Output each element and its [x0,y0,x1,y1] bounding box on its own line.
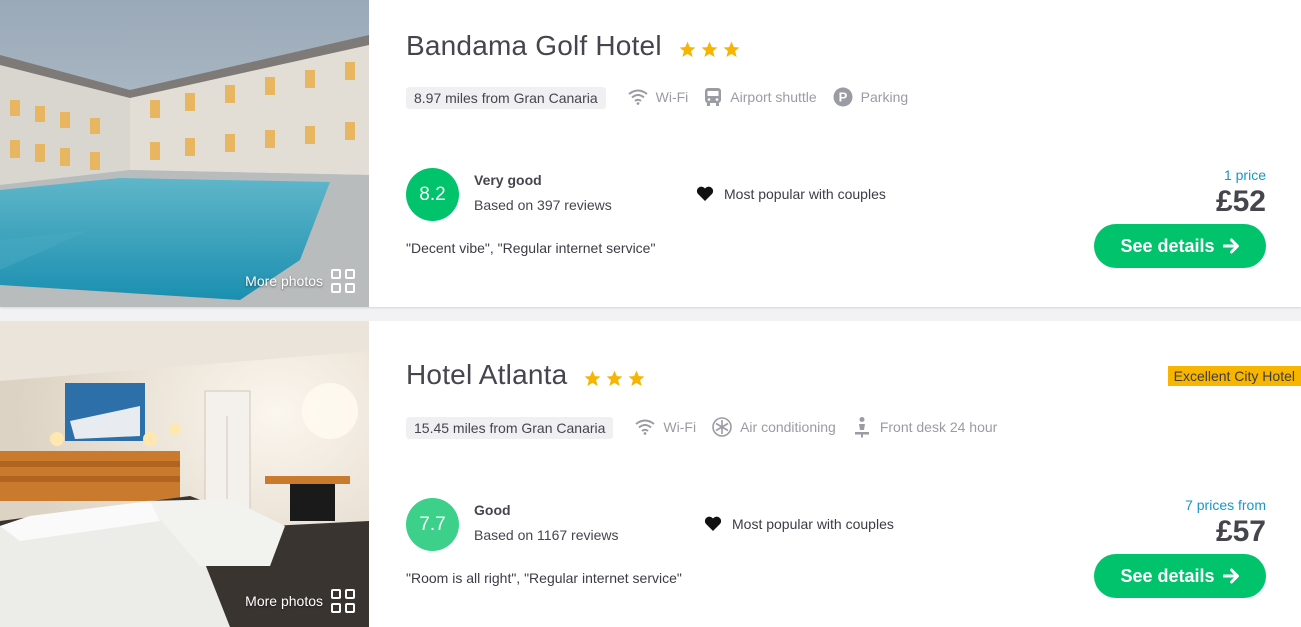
amenity-airport-shuttle: Airport shuttle [704,87,817,107]
more-photos-link[interactable]: More photos [245,589,355,613]
svg-text:P: P [838,90,847,105]
star-icon [679,41,696,57]
arrow-right-icon [1222,238,1239,254]
star-rating [678,40,741,59]
star-icon [701,41,718,57]
hotel-name[interactable]: Hotel Atlanta [406,359,567,391]
see-details-label: See details [1120,565,1215,586]
amenity-front-desk: Front desk 24 hour [852,416,998,438]
amenity-wifi: Wi-Fi [628,89,689,105]
amenity-air-conditioning: Air conditioning [712,417,836,437]
review-quote: "Decent vibe", "Regular internet service… [406,240,656,256]
star-icon [723,41,740,57]
star-icon [584,370,601,386]
arrow-right-icon [1222,568,1239,584]
amenity-parking: P Parking [833,87,908,107]
popular-label: Most popular with couples [732,516,894,532]
more-photos-link[interactable]: More photos [245,269,355,293]
review-count: Based on 397 reviews [474,197,612,213]
price-value: £52 [1215,185,1266,218]
wifi-icon [628,89,648,105]
more-photos-label: More photos [245,593,323,609]
amenity-label: Parking [860,89,909,105]
rating-label: Very good [474,172,542,188]
star-icon [628,370,645,386]
amenity-label: Front desk 24 hour [879,419,998,435]
rating-block[interactable]: 7.7 Good Based on 1167 reviews [406,498,619,551]
hotel-card[interactable]: More photos Bandama Golf Hotel 8.97 mile… [0,0,1301,307]
hotel-name[interactable]: Bandama Golf Hotel [406,30,662,62]
rating-block[interactable]: 8.2 Very good Based on 397 reviews [406,168,612,221]
reception-bell-icon [854,417,869,438]
amenity-wifi: Wi-Fi [635,419,696,435]
score-badge: 7.7 [406,498,459,551]
price-label[interactable]: 1 price [1216,167,1266,183]
hotel-photo[interactable]: More photos [0,0,369,307]
amenity-label: Wi-Fi [663,419,697,435]
amenity-label: Air conditioning [740,419,836,435]
heart-icon [704,516,722,531]
price-area: 7 prices from £57 [1185,497,1266,549]
popular-tag: Most popular with couples [704,516,894,532]
see-details-label: See details [1120,235,1215,256]
distance-label: 8.97 miles from Gran Canaria [406,87,606,109]
price-label[interactable]: 7 prices from [1185,497,1266,513]
price-value: £57 [1215,515,1266,548]
hotel-category-badge: Excellent City Hotel [1167,366,1301,386]
review-quote: "Room is all right", "Regular internet s… [406,570,682,586]
parking-icon: P [833,87,853,107]
wifi-icon [635,419,656,435]
distance-label: 15.45 miles from Gran Canaria [406,417,614,439]
hotel-photo[interactable]: More photos [0,321,369,627]
popular-label: Most popular with couples [724,186,886,202]
rating-label: Good [474,502,511,518]
review-count: Based on 1167 reviews [474,527,619,543]
popular-tag: Most popular with couples [696,186,886,202]
amenity-label: Wi-Fi [655,89,689,105]
heart-icon [696,186,714,201]
star-icon [606,370,623,386]
gallery-grid-icon [331,269,355,293]
star-rating [583,369,646,388]
price-area: 1 price £52 [1216,167,1266,219]
hotel-card[interactable]: More photos Hotel Atlanta Excellent City… [0,321,1301,627]
gallery-grid-icon [331,589,355,613]
see-details-button[interactable]: See details [1094,224,1266,268]
bus-icon [705,88,722,106]
score-badge: 8.2 [406,168,459,221]
more-photos-label: More photos [245,273,323,289]
snowflake-icon [712,417,732,437]
see-details-button[interactable]: See details [1094,554,1266,598]
amenity-label: Airport shuttle [730,89,817,105]
